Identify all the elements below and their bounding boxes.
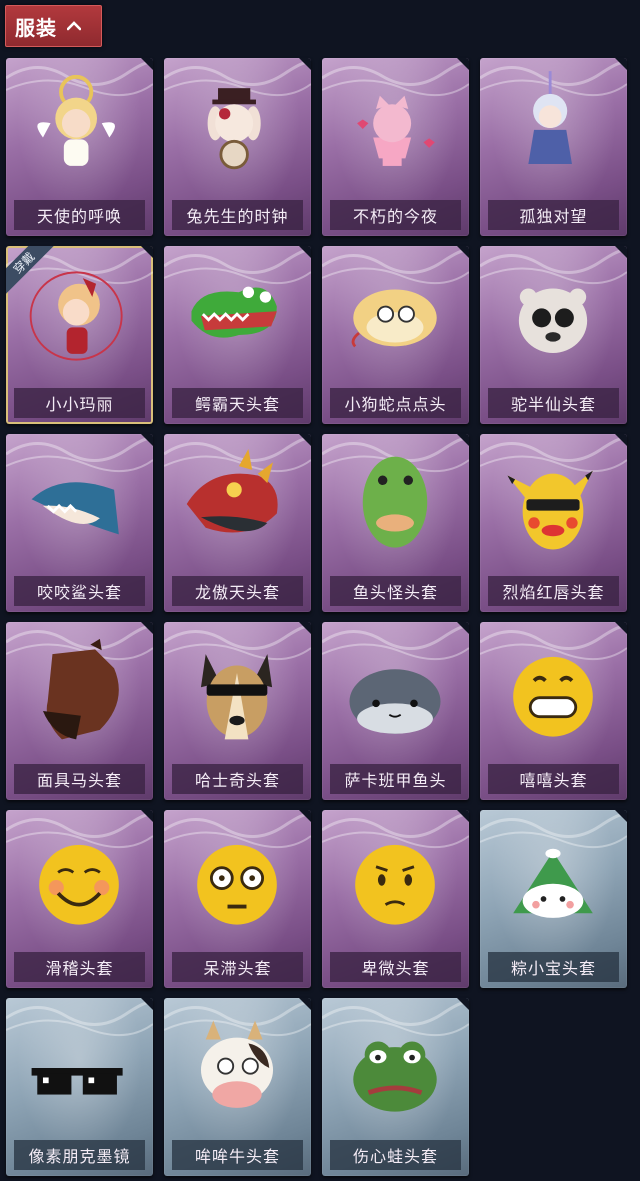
card-corner-notch — [141, 246, 153, 258]
shark-head-icon — [31, 482, 119, 535]
card-corner-notch — [615, 434, 627, 446]
item-label: 鱼头怪头套 — [330, 576, 461, 606]
item-label: 萨卡班甲鱼头 — [330, 764, 461, 794]
item-card[interactable]: 像素朋克墨镜 — [6, 998, 153, 1176]
sacabambaspis-head-icon — [349, 669, 441, 734]
item-label: 鳄霸天头套 — [172, 388, 303, 418]
item-card[interactable]: 不朽的今夜 — [322, 58, 469, 236]
category-label: 服装 — [15, 15, 57, 40]
item-card[interactable]: 小小玛丽 穿戴 — [6, 246, 153, 424]
card-corner-notch — [141, 434, 153, 446]
crocodile-head-icon — [191, 286, 277, 338]
card-corner-notch — [457, 810, 469, 822]
card-corner-notch — [615, 246, 627, 258]
card-corner-notch — [299, 434, 311, 446]
snake-head-icon — [351, 289, 437, 348]
item-card[interactable]: 哈士奇头套 — [164, 622, 311, 800]
card-corner-notch — [457, 246, 469, 258]
item-card[interactable]: 粽小宝头套 — [480, 810, 627, 988]
pixel-sunglasses-icon — [31, 1068, 123, 1095]
item-card[interactable]: 咬咬鲨头套 — [6, 434, 153, 612]
card-corner-notch — [457, 58, 469, 70]
item-label: 天使的呼唤 — [14, 200, 145, 230]
item-card[interactable]: 孤独对望 — [480, 58, 627, 236]
item-card[interactable]: 龙傲天头套 — [164, 434, 311, 612]
item-card[interactable]: 天使的呼唤 — [6, 58, 153, 236]
card-corner-notch — [299, 622, 311, 634]
card-corner-notch — [141, 622, 153, 634]
fish-head-icon — [362, 456, 428, 548]
card-corner-notch — [141, 998, 153, 1010]
lonely-doll-icon — [528, 71, 572, 165]
card-corner-notch — [141, 58, 153, 70]
humble-emoji-head-icon — [355, 844, 435, 925]
card-corner-notch — [141, 810, 153, 822]
grin-emoji-head-icon — [513, 656, 593, 737]
horse-head-icon — [42, 638, 119, 740]
item-label: 伤心蛙头套 — [330, 1140, 461, 1170]
alpaca-head-icon — [518, 288, 588, 353]
card-corner-notch — [457, 434, 469, 446]
item-card[interactable]: 小狗蛇点点头 — [322, 246, 469, 424]
item-card[interactable]: 烈焰红唇头套 — [480, 434, 627, 612]
item-label: 哈士奇头套 — [172, 764, 303, 794]
item-card[interactable]: 面具马头套 — [6, 622, 153, 800]
zongzi-head-icon — [513, 848, 593, 918]
item-card[interactable]: 呆滞头套 — [164, 810, 311, 988]
item-label: 滑稽头套 — [14, 952, 145, 982]
costume-inventory: 服装 天使的呼唤 兔先生的时钟 不朽的今夜 孤独对望 小小玛丽 穿戴 鳄霸天头套 … — [0, 0, 640, 1181]
item-card[interactable]: 嘻嘻头套 — [480, 622, 627, 800]
cow-head-icon — [200, 1020, 274, 1108]
item-card[interactable]: 驼半仙头套 — [480, 246, 627, 424]
item-label: 像素朋克墨镜 — [14, 1140, 145, 1170]
cat-cup-icon — [357, 95, 435, 166]
item-card[interactable]: 伤心蛙头套 — [322, 998, 469, 1176]
item-label: 驼半仙头套 — [488, 388, 619, 418]
item-label: 龙傲天头套 — [172, 576, 303, 606]
card-corner-notch — [615, 58, 627, 70]
equipped-badge: 穿戴 — [6, 246, 62, 302]
item-label: 兔先生的时钟 — [172, 200, 303, 230]
item-label: 面具马头套 — [14, 764, 145, 794]
card-corner-notch — [299, 810, 311, 822]
card-corner-notch — [299, 246, 311, 258]
item-label: 不朽的今夜 — [330, 200, 461, 230]
item-label: 孤独对望 — [488, 200, 619, 230]
item-card[interactable]: 卑微头套 — [322, 810, 469, 988]
dragon-head-icon — [186, 449, 278, 533]
card-corner-notch — [299, 998, 311, 1010]
item-label: 小小玛丽 — [14, 388, 145, 418]
item-card[interactable]: 鳄霸天头套 — [164, 246, 311, 424]
card-corner-notch — [457, 622, 469, 634]
item-card[interactable]: 兔先生的时钟 — [164, 58, 311, 236]
card-corner-notch — [615, 810, 627, 822]
angel-doll-icon — [37, 74, 115, 166]
card-corner-notch — [299, 58, 311, 70]
item-card[interactable]: 萨卡班甲鱼头 — [322, 622, 469, 800]
equipped-badge-label: 穿戴 — [6, 246, 61, 300]
sad-frog-head-icon — [353, 1041, 437, 1112]
item-label: 小狗蛇点点头 — [330, 388, 461, 418]
chevron-up-icon — [67, 21, 81, 31]
card-corner-notch — [457, 998, 469, 1010]
item-label: 卑微头套 — [330, 952, 461, 982]
item-label: 烈焰红唇头套 — [488, 576, 619, 606]
yellow-mouse-head-icon — [507, 470, 593, 550]
husky-head-icon — [200, 654, 273, 740]
card-corner-notch — [615, 622, 627, 634]
item-label: 咬咬鲨头套 — [14, 576, 145, 606]
item-card[interactable]: 滑稽头套 — [6, 810, 153, 988]
item-label: 哞哞牛头套 — [172, 1140, 303, 1170]
costume-category-toggle[interactable]: 服装 — [5, 5, 102, 47]
item-card[interactable]: 鱼头怪头套 — [322, 434, 469, 612]
item-label: 粽小宝头套 — [488, 952, 619, 982]
dazed-emoji-head-icon — [197, 844, 277, 925]
funny-emoji-head-icon — [39, 844, 119, 925]
rabbit-clock-icon — [207, 88, 261, 170]
item-label: 呆滞头套 — [172, 952, 303, 982]
item-card[interactable]: 哞哞牛头套 — [164, 998, 311, 1176]
item-label: 嘻嘻头套 — [488, 764, 619, 794]
